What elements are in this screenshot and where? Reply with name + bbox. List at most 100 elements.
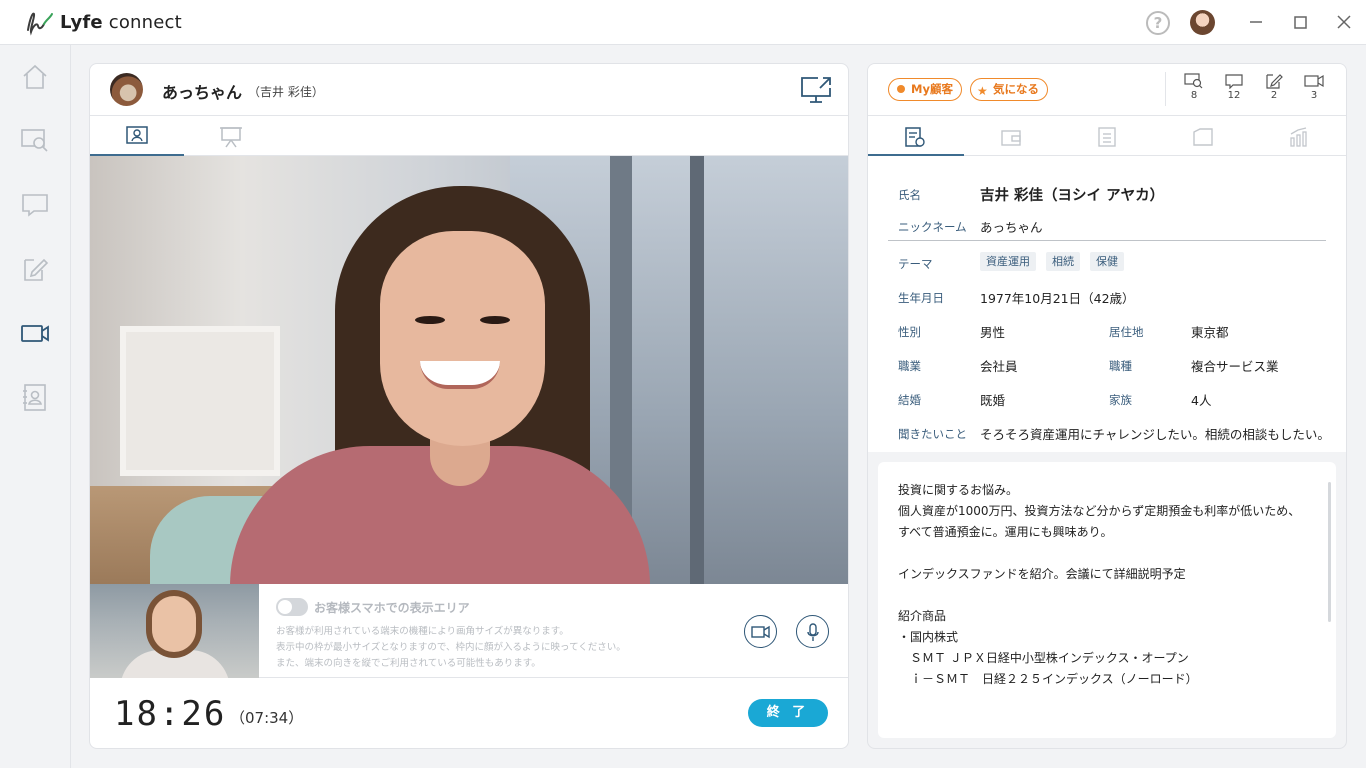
interested-label: 気になる (993, 82, 1039, 96)
memo-line (898, 543, 1316, 564)
stat-count: 8 (1190, 90, 1198, 101)
end-call-button[interactable]: 終 了 (748, 699, 828, 727)
customer-realname: （吉井 彩佳） (248, 85, 324, 99)
memo-line: ｉ－ＳＭＴ 日経２２５インデックス（ノーロード） (898, 672, 1198, 686)
memo-line: すべて普通預金に。運用にも興味あり。 (898, 525, 1113, 539)
checklist-icon (1098, 127, 1116, 147)
marriage-value: 既婚 (980, 393, 1006, 408)
display-notice: お客様が利用されている端末の機種により画角サイズが異なります。 表示中の枠が最小… (276, 624, 626, 672)
tab-folder[interactable] (1156, 116, 1252, 156)
help-icon[interactable]: ? (1146, 11, 1170, 35)
customer-video (90, 156, 848, 584)
tab-basic-info[interactable] (868, 116, 964, 156)
nickname-label: ニックネーム (898, 220, 967, 234)
minimize-icon[interactable] (1244, 10, 1268, 34)
memo-line: 紹介商品 (898, 609, 947, 623)
call-controls-area: お客様スマホでの表示エリア お客様が利用されている端末の機種により画角サイズが異… (90, 584, 848, 678)
search-card-icon[interactable] (20, 125, 50, 155)
family-value: 4人 (1191, 393, 1212, 408)
edit-note-icon[interactable] (20, 254, 50, 284)
memo-line: ・国内株式 (898, 630, 959, 644)
contact-book-icon[interactable] (20, 382, 50, 412)
call-footer: 18:26 （07:34） 終 了 (90, 678, 848, 748)
chat-icon[interactable] (20, 190, 50, 220)
presentation-board-icon (220, 127, 242, 148)
video-icon[interactable] (20, 318, 50, 348)
display-area-toggle[interactable] (276, 598, 308, 616)
memo-area[interactable]: 投資に関するお悩み。 個人資産が1000万円、投資方法など分からず定期預金も利率… (878, 462, 1336, 738)
tab-presentation[interactable] (184, 116, 278, 156)
display-area-label: お客様スマホでの表示エリア (314, 601, 470, 615)
memo-scrollbar[interactable] (1328, 482, 1331, 622)
profile-divider (888, 240, 1326, 241)
memo-line: 投資に関するお悩み。 (898, 483, 1019, 497)
stat-notes[interactable]: 2 (1259, 73, 1289, 101)
current-time: 18:26 (114, 694, 227, 734)
home-icon[interactable] (20, 62, 50, 92)
camera-icon (751, 625, 770, 639)
jobtype-value: 複合サービス業 (1191, 359, 1279, 374)
name-label: 氏名 (898, 188, 921, 202)
memo-line: ＳＭＴ ＪＰＸ日経中小型株インデックス・オープン (898, 651, 1189, 665)
bar-chart-icon (1290, 127, 1307, 147)
interested-badge[interactable]: ★ 気になる (970, 78, 1048, 101)
jobtype-label: 職種 (1109, 359, 1132, 373)
customer-avatar (110, 73, 143, 106)
notice-line: 表示中の枠が最小サイズとなりますので、枠内に顔が入るように映ってください。 (276, 642, 626, 653)
title-bar: Lyfe connect ? (0, 0, 1366, 45)
app-title: Lyfe connect (60, 11, 182, 33)
app-logo: Lyfe connect (24, 8, 182, 36)
customer-nickname: あっちゃん (162, 83, 243, 102)
logo-mark-icon (27, 12, 53, 36)
stat-search[interactable]: 8 (1179, 73, 1209, 101)
video-call-panel: あっちゃん （吉井 彩佳） お客様スマホでの表示エリア お客様が利用されている端… (89, 63, 849, 749)
star-icon: ★ (977, 84, 988, 98)
memo-line: インデックスファンドを紹介。会議にて詳細説明予定 (898, 567, 1186, 581)
folder-icon (1193, 128, 1213, 146)
elapsed-time: （07:34） (230, 709, 304, 727)
memo-line (898, 585, 1316, 606)
question-value: そろそろ資産運用にチャレンジしたい。相続の相談もしたい。 (980, 427, 1330, 442)
call-tabs (90, 116, 848, 156)
sidebar (0, 45, 71, 768)
stat-video[interactable]: 3 (1299, 73, 1329, 101)
marriage-label: 結婚 (898, 393, 921, 407)
screen-share-icon[interactable] (800, 76, 832, 104)
tab-analytics[interactable] (1252, 116, 1346, 156)
stat-chat[interactable]: 12 (1219, 73, 1249, 101)
tab-checklist[interactable] (1060, 116, 1156, 156)
residence-value: 東京都 (1191, 325, 1229, 340)
theme-tag: 保健 (1090, 252, 1124, 271)
theme-label: テーマ (898, 257, 933, 271)
customer-info-panel: My顧客 ★ 気になる 8 12 2 3 氏名 吉井 彩佳（ヨシイ アヤカ） ニ… (867, 63, 1347, 749)
video-icon (1304, 74, 1324, 88)
search-card-icon (1184, 73, 1203, 89)
user-avatar[interactable] (1190, 10, 1215, 35)
customer-profile: 氏名 吉井 彩佳（ヨシイ アヤカ） ニックネーム あっちゃん テーマ 資産運用 … (868, 156, 1346, 452)
profile-document-icon (905, 127, 925, 147)
tab-profile[interactable] (90, 116, 184, 156)
question-label: 聞きたいこと (898, 427, 967, 441)
customer-info-header: My顧客 ★ 気になる 8 12 2 3 (868, 64, 1346, 116)
call-header: あっちゃん （吉井 彩佳） (90, 64, 848, 116)
birth-value: 1977年10月21日（42歳） (980, 291, 1135, 306)
wallet-icon (1001, 130, 1021, 146)
camera-button[interactable] (744, 615, 777, 648)
chat-icon (1225, 74, 1243, 89)
my-customer-badge[interactable]: My顧客 (888, 78, 962, 101)
maximize-icon[interactable] (1288, 10, 1312, 34)
close-icon[interactable] (1332, 10, 1356, 34)
microphone-button[interactable] (796, 615, 829, 648)
customer-info-tabs (868, 116, 1346, 156)
notice-line: お客様が利用されている端末の機種により画角サイズが異なります。 (276, 626, 569, 637)
stat-count: 2 (1270, 90, 1278, 101)
self-video (90, 584, 259, 678)
stat-count: 12 (1227, 90, 1241, 101)
tab-wallet[interactable] (964, 116, 1060, 156)
notice-line: また、端末の向きを縦でご利用されている可能性もあります。 (276, 658, 541, 669)
theme-tag: 資産運用 (980, 252, 1036, 271)
nickname-value: あっちゃん (980, 220, 1043, 235)
theme-tag: 相続 (1046, 252, 1080, 271)
birth-label: 生年月日 (898, 291, 944, 305)
job-value: 会社員 (980, 359, 1018, 374)
